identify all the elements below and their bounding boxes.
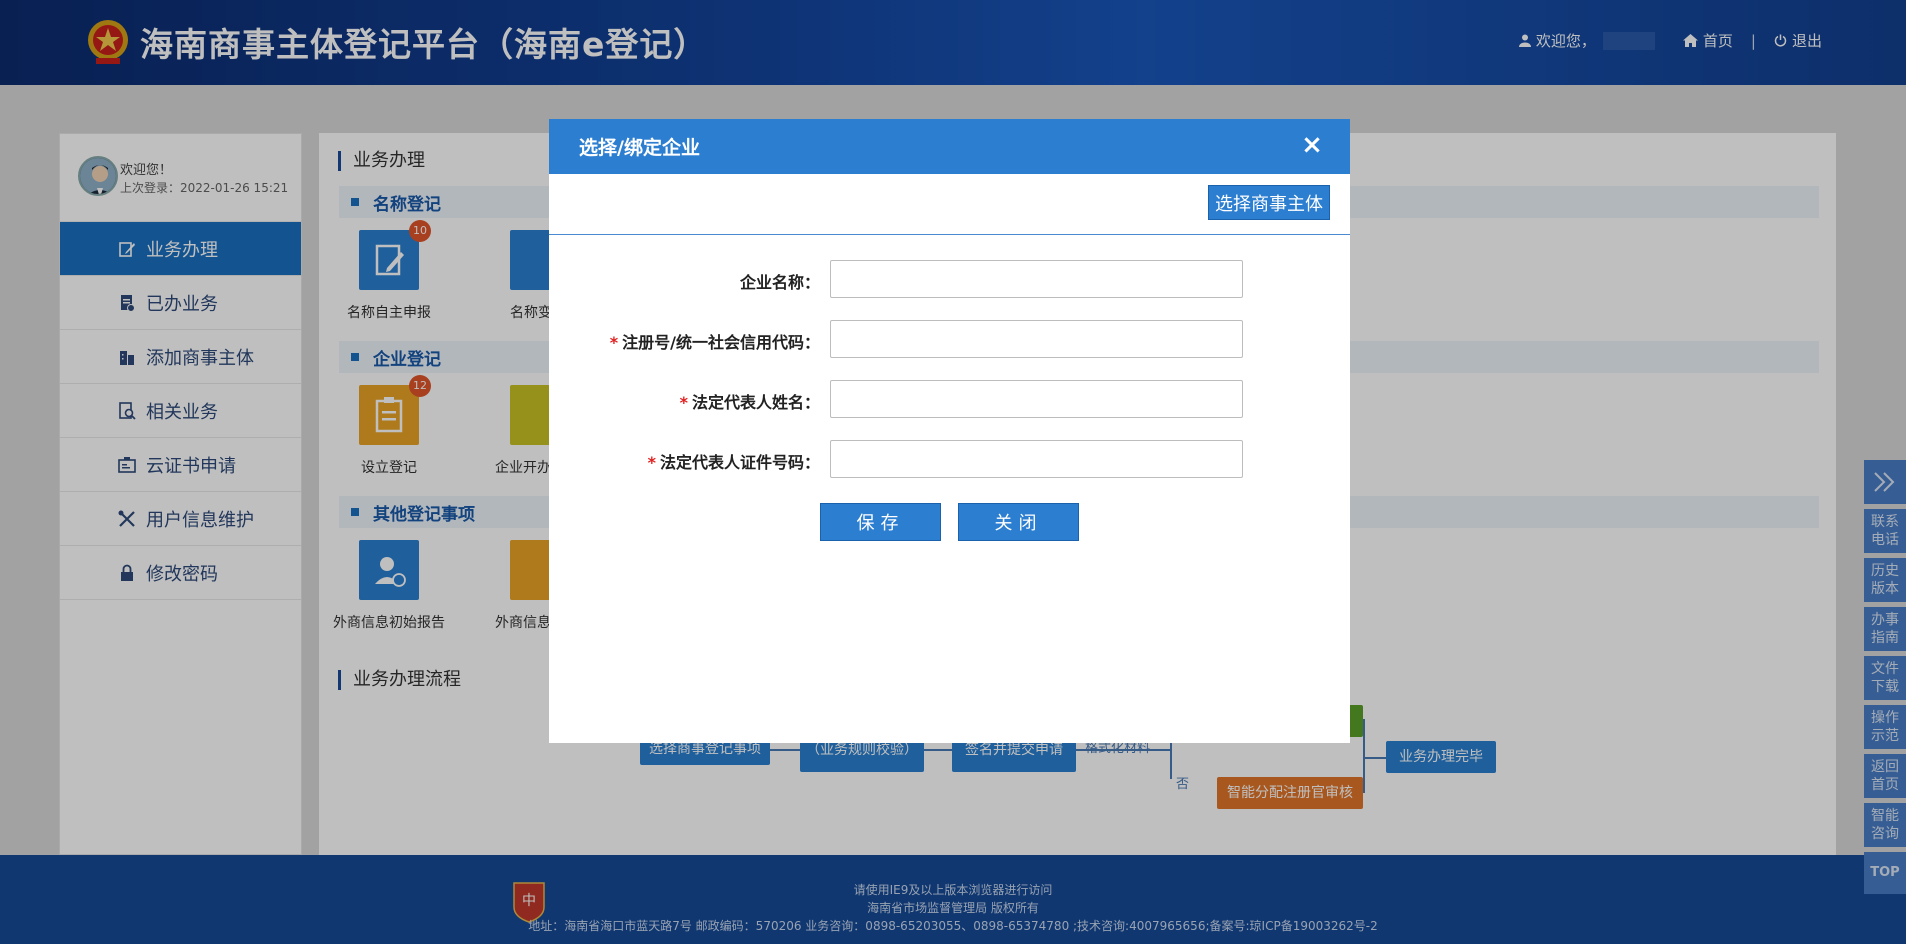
form-row-legal-rep-id: * 法定代表人证件号码：	[549, 440, 1350, 478]
close-icon[interactable]: ×	[1300, 132, 1324, 158]
close-button[interactable]: 关闭	[958, 503, 1079, 541]
company-name-input[interactable]	[830, 260, 1243, 298]
form-row-credit-code: * 注册号/统一社会信用代码：	[549, 320, 1350, 358]
save-button[interactable]: 保存	[820, 503, 941, 541]
select-entity-button[interactable]: 选择商事主体	[1208, 185, 1330, 220]
dialog-header: 选择/绑定企业 ×	[549, 119, 1350, 174]
legal-rep-name-input[interactable]	[830, 380, 1243, 418]
bind-enterprise-dialog: 选择/绑定企业 × 选择商事主体 企业名称： * 注册号/统一社会信用代码： * 法…	[549, 119, 1350, 743]
company-name-label: 企业名称：	[739, 273, 820, 292]
required-mark: *	[679, 393, 688, 412]
legal-rep-id-input[interactable]	[830, 440, 1243, 478]
credit-code-label: * 注册号/统一社会信用代码：	[609, 333, 820, 352]
dialog-title: 选择/绑定企业	[579, 137, 700, 159]
credit-code-input[interactable]	[830, 320, 1243, 358]
form-row-legal-rep-name: * 法定代表人姓名：	[549, 380, 1350, 418]
legal-rep-id-label: * 法定代表人证件号码：	[647, 453, 820, 472]
required-mark: *	[609, 333, 619, 352]
dialog-toolbar: 选择商事主体	[549, 174, 1350, 235]
required-mark: *	[647, 453, 656, 472]
form-row-company-name: 企业名称：	[549, 260, 1350, 298]
legal-rep-name-label: * 法定代表人姓名：	[679, 393, 820, 412]
